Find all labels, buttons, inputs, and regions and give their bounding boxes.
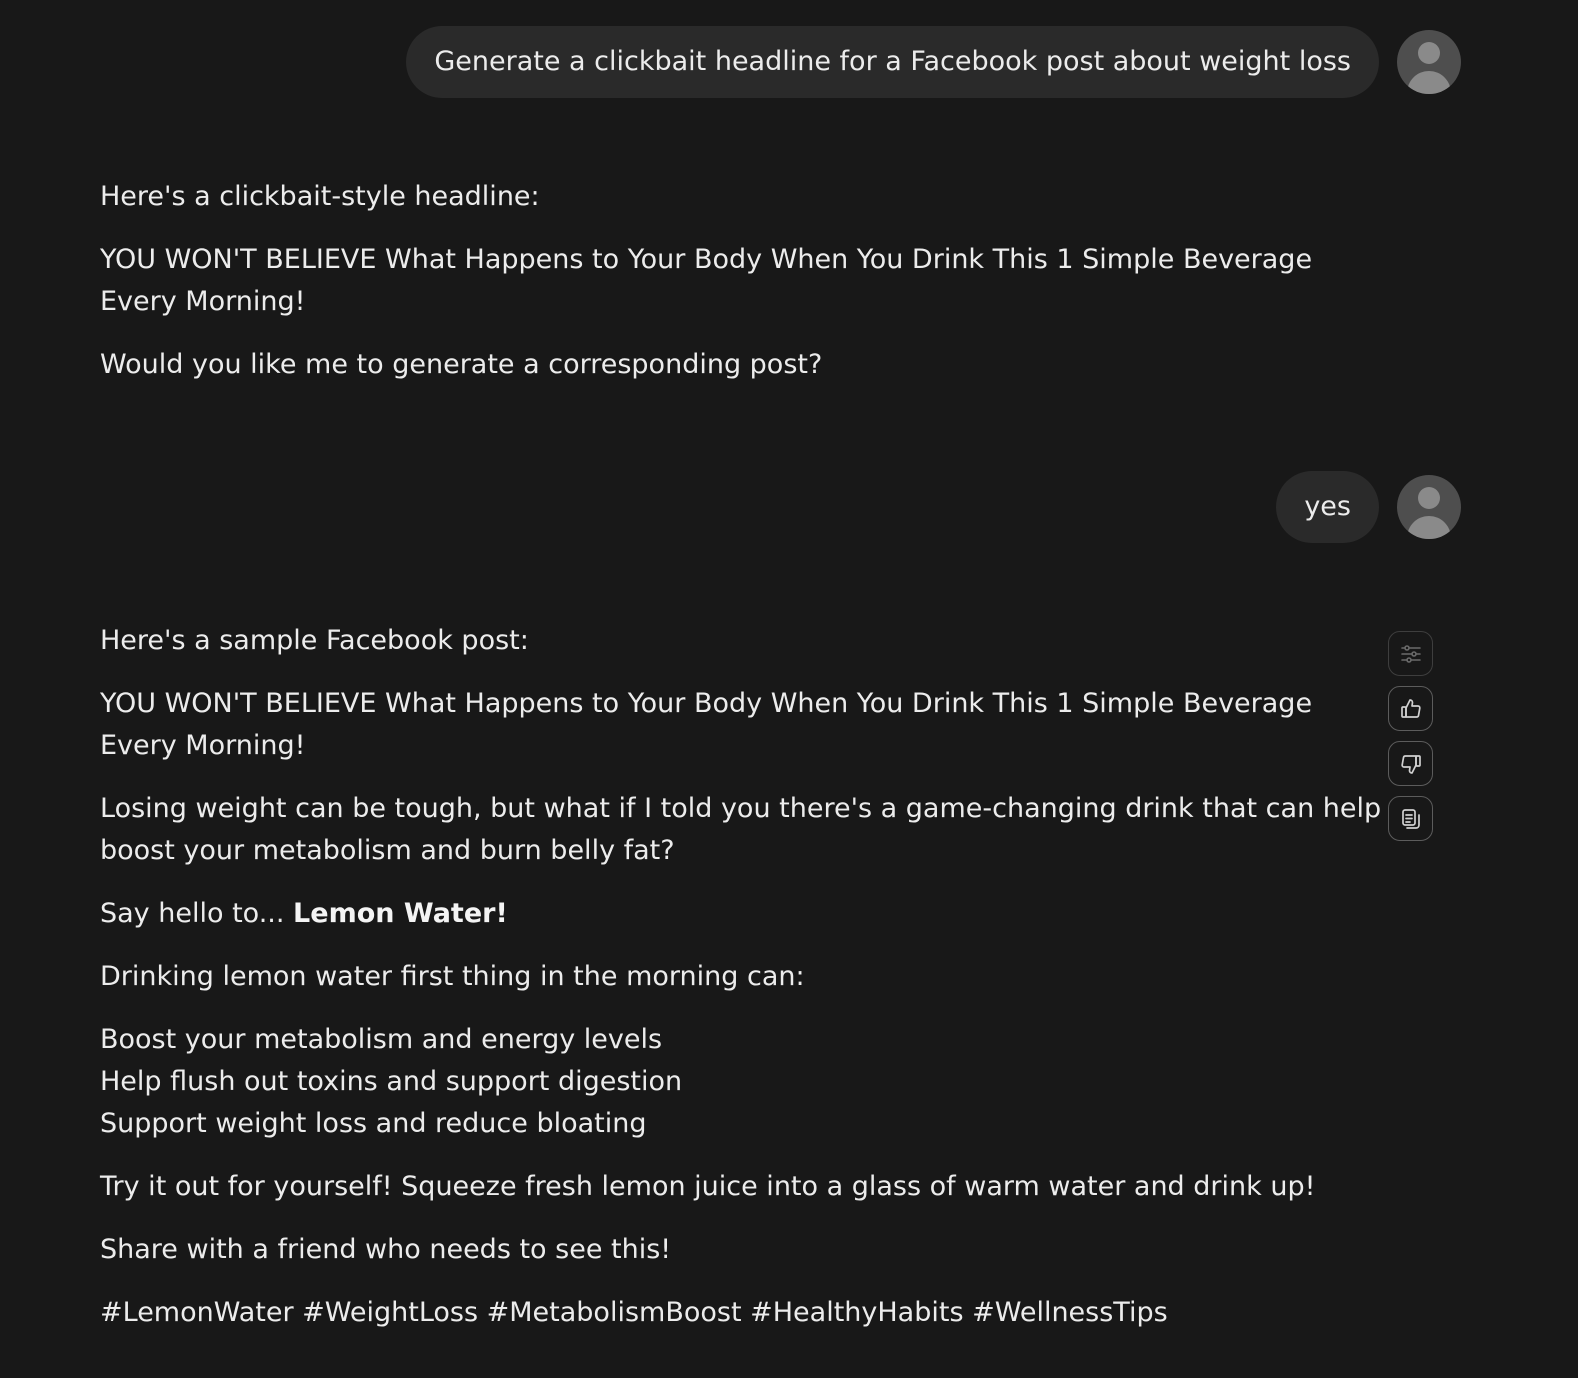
post-intro: Here's a sample Facebook post:: [100, 625, 529, 656]
user-avatar: [1397, 30, 1461, 94]
assistant-headline: YOU WON'T BELIEVE What Happens to Your B…: [100, 244, 1313, 317]
message-actions: [1388, 631, 1435, 851]
avatar-head: [1418, 487, 1440, 509]
user-avatar: [1397, 475, 1461, 539]
benefits-list: Boost your metabolism and energy levels …: [100, 1019, 1385, 1145]
hashtags-line: #LemonWater #WeightLoss #MetabolismBoost…: [100, 1297, 1168, 1328]
assistant-intro: Here's a clickbait-style headline:: [100, 181, 540, 212]
user-message-row-2: yes: [1276, 471, 1461, 543]
avatar-shoulders: [1407, 516, 1451, 539]
sliders-icon: [1400, 644, 1421, 663]
user-message-row-1: Generate a clickbait headline for a Face…: [406, 26, 1461, 98]
post-headline: YOU WON'T BELIEVE What Happens to Your B…: [100, 688, 1313, 761]
assistant-message-1: Here's a clickbait-style headline: YOU W…: [100, 176, 1385, 407]
benefit-item: Help flush out toxins and support digest…: [100, 1066, 683, 1097]
thumbs-down-icon: [1400, 754, 1421, 774]
say-hello-bold: Lemon Water!: [293, 898, 508, 929]
benefit-item: Boost your metabolism and energy levels: [100, 1024, 663, 1055]
copy-icon: [1401, 808, 1420, 829]
drinking-intro: Drinking lemon water first thing in the …: [100, 961, 805, 992]
assistant-question: Would you like me to generate a correspo…: [100, 349, 823, 380]
share-line: Share with a friend who needs to see thi…: [100, 1234, 672, 1265]
avatar-head: [1418, 42, 1440, 64]
avatar-shoulders: [1407, 71, 1451, 94]
thumbs-up-button[interactable]: [1388, 686, 1433, 731]
say-hello-line: Say hello to... Lemon Water!: [100, 893, 1385, 935]
user-message-bubble: Generate a clickbait headline for a Face…: [406, 26, 1379, 98]
say-hello-prefix: Say hello to...: [100, 898, 285, 929]
thumbs-down-button[interactable]: [1388, 741, 1433, 786]
try-it-line: Try it out for yourself! Squeeze fresh l…: [100, 1171, 1316, 1202]
user-message-bubble: yes: [1276, 471, 1379, 543]
thumbs-up-icon: [1400, 698, 1421, 718]
copy-button[interactable]: [1388, 796, 1433, 841]
tune-button[interactable]: [1388, 631, 1433, 676]
post-paragraph: Losing weight can be tough, but what if …: [100, 793, 1382, 866]
benefit-item: Support weight loss and reduce bloating: [100, 1108, 647, 1139]
assistant-message-2: Here's a sample Facebook post: YOU WON'T…: [100, 620, 1385, 1355]
